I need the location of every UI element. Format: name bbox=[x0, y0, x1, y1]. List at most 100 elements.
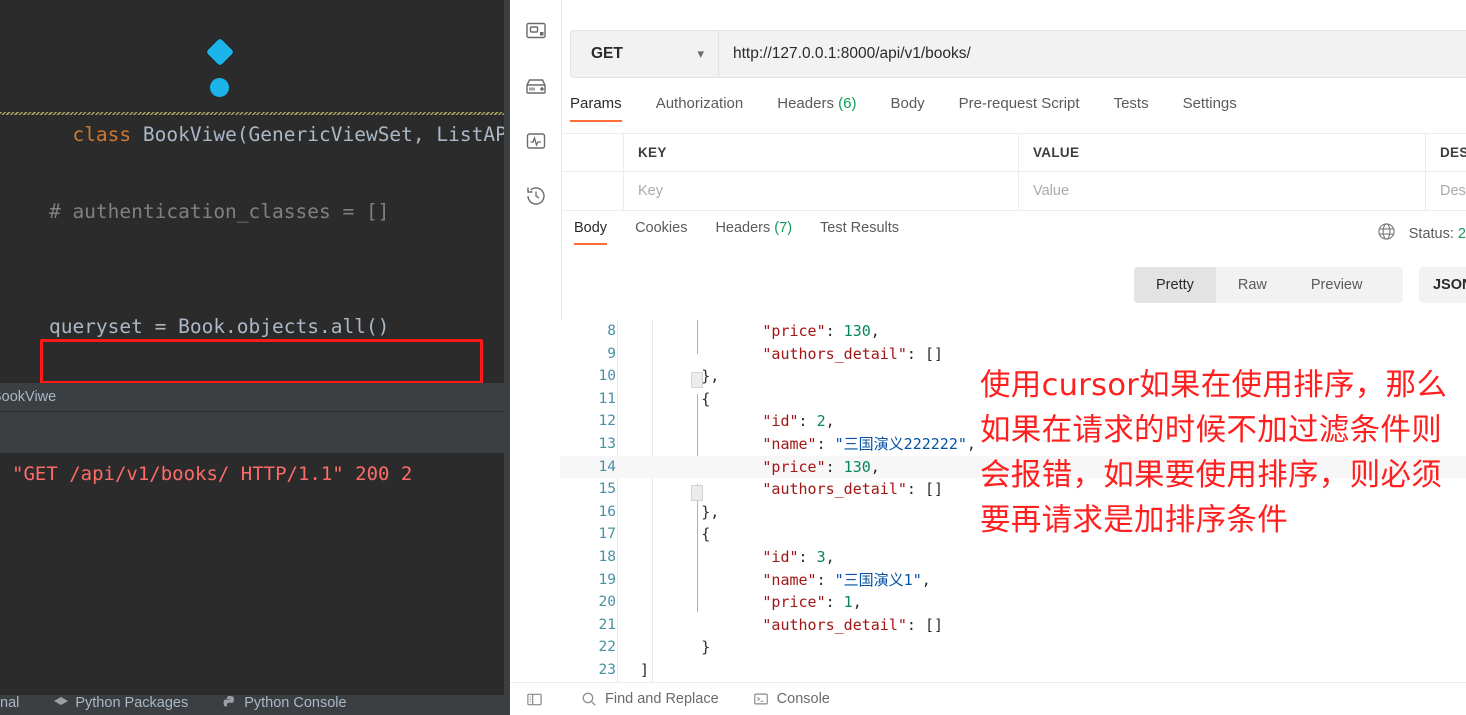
response-body-line: 19 "name": "三国演义1", bbox=[560, 569, 1466, 592]
line-number: 9 bbox=[607, 345, 616, 362]
tab-body[interactable]: Body bbox=[873, 95, 941, 122]
line-code: { bbox=[701, 389, 711, 408]
param-description-input[interactable]: Des bbox=[1426, 172, 1466, 210]
response-tab-headers[interactable]: Headers (7) bbox=[701, 220, 806, 245]
tab-settings[interactable]: Settings bbox=[1166, 95, 1254, 122]
response-language-select[interactable]: JSON ▾ bbox=[1418, 267, 1466, 303]
line-code: "name": "三国演义1", bbox=[762, 570, 931, 589]
format-pretty-button[interactable]: Pretty bbox=[1134, 267, 1216, 303]
code-line: queryset = Book.objects.all() bbox=[2, 315, 390, 338]
response-body-lines: 8 "price": 130, 9 "authors_detail": [] 10}, 1… bbox=[560, 320, 1466, 682]
response-tab-headers-count: (7) bbox=[774, 220, 793, 236]
line-number: 19 bbox=[598, 571, 616, 588]
response-status-area: Status: 2 bbox=[1377, 222, 1466, 245]
sidebar-toggle-icon[interactable] bbox=[526, 691, 543, 708]
request-tabs: Params Authorization Headers (6) Body Pr… bbox=[570, 95, 1254, 128]
response-tabs: Body Cookies Headers (7) Test Results bbox=[574, 220, 913, 252]
ide-status-bar: nal Python Packages Python Console bbox=[0, 695, 510, 715]
postman-sidebar bbox=[510, 0, 562, 715]
line-number: 22 bbox=[598, 639, 616, 656]
packages-icon bbox=[53, 695, 69, 711]
line-number: 23 bbox=[598, 661, 616, 678]
environments-icon[interactable] bbox=[523, 73, 549, 99]
response-body-line: 9 "authors_detail": [] bbox=[560, 343, 1466, 366]
tab-tests-label: Tests bbox=[1113, 95, 1149, 112]
response-tab-cookies-label: Cookies bbox=[635, 220, 688, 236]
globe-icon[interactable] bbox=[1377, 222, 1396, 245]
status-item-terminal-label: nal bbox=[0, 695, 20, 711]
line-code: "price": 130, bbox=[762, 322, 880, 340]
response-tab-headers-label: Headers bbox=[715, 220, 771, 236]
response-body-line: 23] bbox=[560, 659, 1466, 682]
line-code: "id": 2, bbox=[762, 412, 835, 431]
params-row-checkbox-cell[interactable] bbox=[562, 172, 624, 210]
status-value: 2 bbox=[1457, 225, 1466, 242]
format-visualize-button[interactable]: Visualize bbox=[1384, 267, 1402, 303]
monitor-icon[interactable] bbox=[523, 128, 549, 154]
line-code: "authors_detail": [] bbox=[762, 615, 944, 634]
run-console[interactable]: "GET /api/v1/books/ HTTP/1.1" 200 2 bbox=[0, 453, 510, 695]
param-key-input[interactable]: Key bbox=[624, 172, 1019, 210]
status-item-python-console-label: Python Console bbox=[244, 695, 347, 711]
response-body-line: 11 { bbox=[560, 388, 1466, 411]
params-table-row: Key Value Des bbox=[562, 172, 1466, 211]
line-number: 15 bbox=[598, 481, 616, 498]
http-method-select[interactable]: GET ▾ bbox=[570, 30, 718, 78]
line-code: "authors_detail": [] bbox=[762, 480, 944, 499]
tool-window-tabs[interactable] bbox=[0, 411, 510, 453]
url-input-value: http://127.0.0.1:8000/api/v1/books/ bbox=[733, 45, 971, 62]
tab-tests[interactable]: Tests bbox=[1097, 95, 1166, 122]
tab-params[interactable]: Params bbox=[570, 95, 639, 122]
response-tab-cookies[interactable]: Cookies bbox=[621, 220, 701, 245]
line-number: 18 bbox=[598, 548, 616, 565]
console-button[interactable]: Console bbox=[753, 691, 830, 707]
postman-bottom-bar: Find and Replace Console bbox=[510, 682, 1466, 715]
line-code: }, bbox=[701, 502, 720, 521]
tab-authorization[interactable]: Authorization bbox=[639, 95, 761, 122]
mouse-cursor-dot bbox=[210, 78, 229, 97]
response-body-line: 22} bbox=[560, 636, 1466, 659]
response-body-line: 15 "authors_detail": [] bbox=[560, 478, 1466, 501]
line-code: } bbox=[701, 638, 711, 657]
response-tab-body[interactable]: Body bbox=[574, 220, 621, 245]
tab-body-label: Body bbox=[890, 95, 925, 112]
response-body-viewer[interactable]: 8 "price": 130, 9 "authors_detail": [] 10}, 1… bbox=[560, 320, 1466, 682]
chevron-down-icon: ▾ bbox=[697, 46, 704, 61]
response-tab-test-results[interactable]: Test Results bbox=[806, 220, 913, 245]
line-code: "name": "三国演义222222", bbox=[762, 434, 976, 453]
param-value-input[interactable]: Value bbox=[1019, 172, 1426, 210]
line-number: 11 bbox=[598, 390, 616, 407]
params-header-key: KEY bbox=[624, 134, 1019, 171]
response-tab-body-label: Body bbox=[574, 220, 608, 236]
response-body-line: 14 "price": 130, bbox=[560, 455, 1466, 479]
status-item-python-packages[interactable]: Python Packages bbox=[53, 695, 188, 711]
terminal-line: "GET /api/v1/books/ HTTP/1.1" 200 2 bbox=[12, 463, 413, 485]
url-input[interactable]: http://127.0.0.1:8000/api/v1/books/ bbox=[718, 30, 1466, 78]
find-and-replace-button[interactable]: Find and Replace bbox=[581, 691, 719, 707]
history-icon[interactable] bbox=[523, 183, 549, 209]
search-icon bbox=[581, 691, 597, 707]
tab-headers-label: Headers bbox=[777, 95, 834, 112]
line-code: { bbox=[701, 525, 711, 544]
line-code: "id": 3, bbox=[762, 547, 835, 566]
line-number: 16 bbox=[598, 503, 616, 520]
tab-settings-label: Settings bbox=[1182, 95, 1237, 112]
status-item-python-console[interactable]: Python Console bbox=[222, 695, 347, 711]
line-number: 20 bbox=[598, 594, 616, 611]
response-body-line: 20 "price": 1, bbox=[560, 591, 1466, 614]
tab-authorization-label: Authorization bbox=[655, 95, 744, 112]
request-url-row: GET ▾ http://127.0.0.1:8000/api/v1/books… bbox=[570, 30, 1466, 78]
status-item-terminal[interactable]: nal bbox=[0, 695, 19, 711]
line-code: "price": 130, bbox=[762, 457, 880, 476]
line-code: "authors_detail": [] bbox=[762, 344, 944, 363]
line-number: 21 bbox=[598, 616, 616, 633]
python-icon bbox=[222, 695, 238, 711]
collections-icon[interactable] bbox=[523, 18, 549, 44]
code-editor[interactable]: class BookViwe(GenericViewSet, ListAP # … bbox=[0, 0, 510, 383]
tab-headers[interactable]: Headers (6) bbox=[760, 95, 873, 122]
response-body-line: 18 "id": 3, bbox=[560, 546, 1466, 569]
params-table-header: KEY VALUE DES bbox=[562, 133, 1466, 172]
format-raw-button[interactable]: Raw bbox=[1216, 267, 1289, 303]
format-preview-button[interactable]: Preview bbox=[1289, 267, 1385, 303]
tab-pre-request-script[interactable]: Pre-request Script bbox=[942, 95, 1097, 122]
